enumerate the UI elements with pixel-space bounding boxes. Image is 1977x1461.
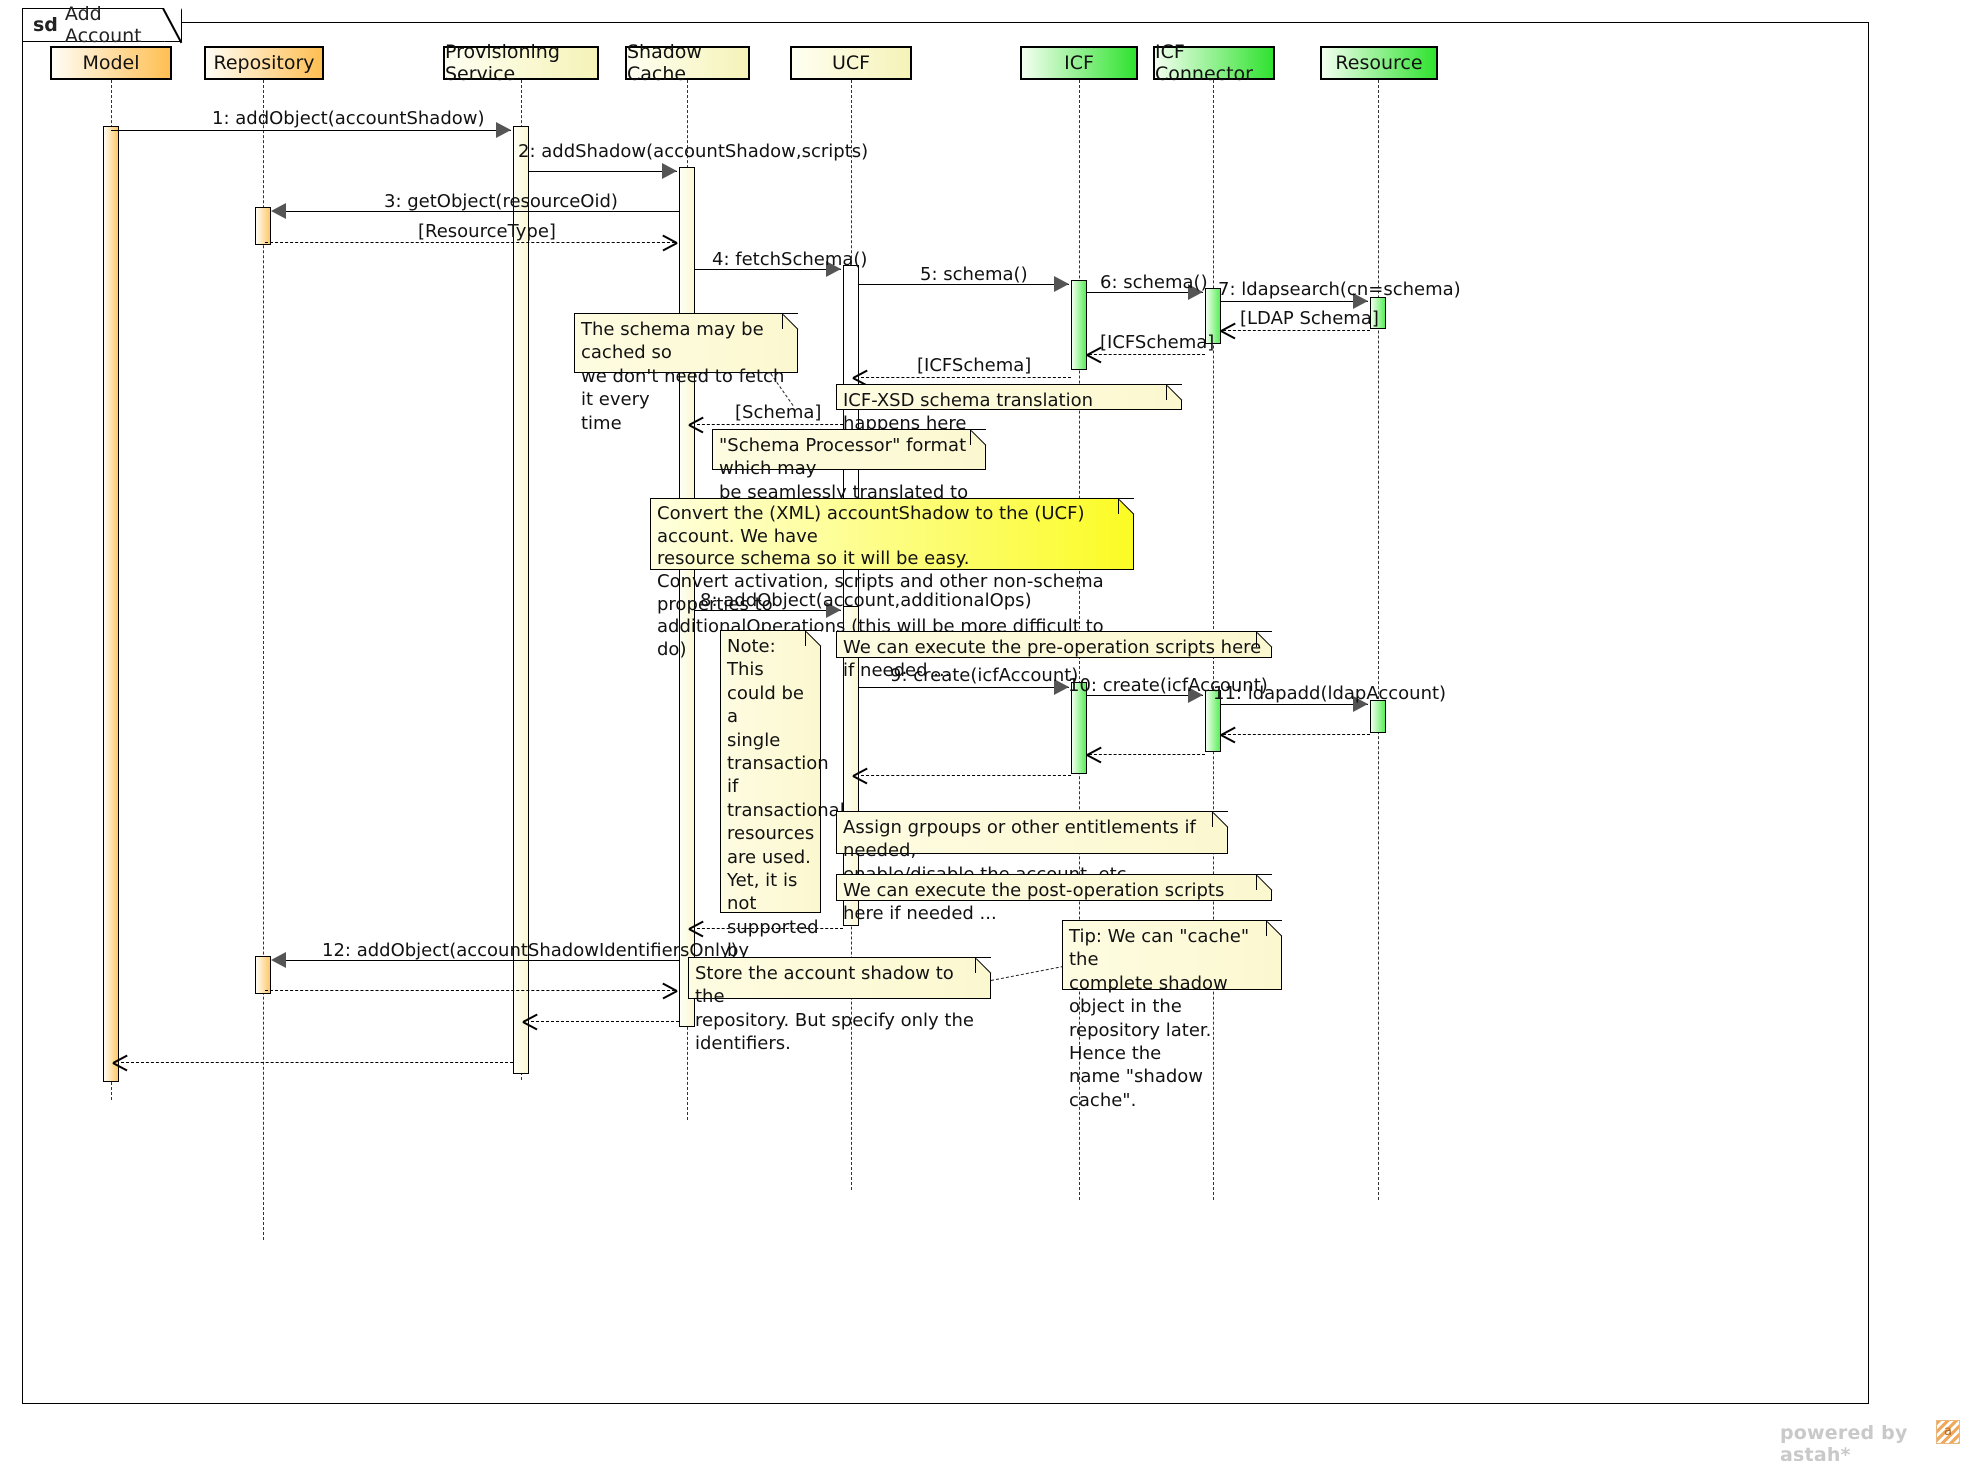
lifeline-head-resource[interactable]: Resource <box>1320 46 1438 80</box>
message-1-label: 1: addObject(accountShadow) <box>212 108 485 129</box>
message-r10-line <box>1089 754 1205 755</box>
message-r5-arrowhead <box>853 369 868 385</box>
message-r3-label: [ResourceType] <box>418 221 556 242</box>
lifeline-head-ucf[interactable]: UCF <box>790 46 912 80</box>
message-r11-line <box>1223 734 1370 735</box>
lifeline-head-shadow-cache[interactable]: Shadow Cache <box>625 46 750 80</box>
frame-title: Add Account <box>65 3 171 47</box>
message-r5-label: [ICFSchema] <box>917 355 1031 376</box>
note-schema-processor-fold-v <box>970 430 971 445</box>
activation-repository-1 <box>255 207 271 245</box>
message-1-line <box>111 130 511 131</box>
lifeline-label-repository: Repository <box>213 52 314 74</box>
lifeline-head-provisioning-service[interactable]: Provisioning Service <box>443 46 599 80</box>
message-r3-arrowhead <box>662 234 677 250</box>
note-tip-cache: Tip: We can "cache" the complete shadow … <box>1062 920 1282 990</box>
note-pre-op: We can execute the pre-operation scripts… <box>836 631 1272 658</box>
activation-provsvc <box>513 126 529 1074</box>
message-r5-line <box>861 377 1071 378</box>
message-r4-arrowhead <box>689 416 704 432</box>
note-convert: Convert the (XML) accountShadow to the (… <box>650 498 1134 570</box>
message-r7-arrowhead <box>1221 322 1236 338</box>
message-r9-line <box>861 775 1071 776</box>
note-pre-op-fold-v <box>1256 632 1257 647</box>
message-12-arrowhead <box>271 952 286 968</box>
message-3-arrowhead <box>271 203 286 219</box>
activation-repository-2 <box>255 956 271 994</box>
message-r3-line <box>265 242 675 243</box>
message-11-label: 11: ldapadd(ldapAccount) <box>1213 683 1446 704</box>
activation-model <box>103 126 119 1082</box>
message-6-label: 6: schema() <box>1100 272 1208 293</box>
message-7-label: 7: ldapsearch(cn=schema) <box>1218 279 1461 300</box>
note-assign-groups-fold-v <box>1212 812 1213 827</box>
note-schema-cache: The schema may be cached so we don't nee… <box>574 313 798 373</box>
lifeline-label-ucf: UCF <box>832 52 870 74</box>
message-r8-arrowhead <box>689 920 704 936</box>
note-transaction: Note: This could be a single transaction… <box>720 630 821 913</box>
lifeline-label-provisioning-service: Provisioning Service <box>445 41 597 85</box>
message-11-line <box>1221 704 1368 705</box>
note-post-op: We can execute the post-operation script… <box>836 874 1272 901</box>
message-r12-line <box>265 990 675 991</box>
message-r2-arrowhead <box>523 1013 538 1029</box>
astah-logo-icon: a <box>1936 1420 1960 1444</box>
lifeline-head-icf-connector[interactable]: ICF Connector <box>1153 46 1275 80</box>
message-5-label: 5: schema() <box>920 264 1028 285</box>
message-2-label: 2: addShadow(accountShadow,scripts) <box>518 141 868 162</box>
lifeline-label-icf: ICF <box>1064 52 1094 74</box>
lifeline-label-icf-connector: ICF Connector <box>1155 41 1273 85</box>
message-3-label: 3: getObject(resourceOid) <box>384 191 618 212</box>
lifeline-label-resource: Resource <box>1335 52 1422 74</box>
message-r12-arrowhead <box>662 982 677 998</box>
message-r4-line <box>697 424 843 425</box>
activation-icf-1 <box>1071 280 1087 370</box>
lifeline-line-resource <box>1378 80 1379 1200</box>
message-r1-line <box>121 1062 513 1063</box>
lifeline-label-model: Model <box>82 52 139 74</box>
frame-kind-label: sd <box>33 14 58 36</box>
lifeline-label-shadow-cache: Shadow Cache <box>627 41 748 85</box>
message-r1-arrowhead <box>113 1054 128 1070</box>
note-post-op-fold-v <box>1256 875 1257 890</box>
sequence-diagram-canvas: sd Add Account Model Repository Provisio… <box>0 0 1977 1461</box>
message-1-arrowhead <box>496 122 511 138</box>
message-r7-label: [LDAP Schema] <box>1240 308 1379 329</box>
lifeline-head-model[interactable]: Model <box>50 46 172 80</box>
lifeline-head-icf[interactable]: ICF <box>1020 46 1138 80</box>
note-convert-fold-v <box>1118 499 1119 514</box>
message-4-label: 4: fetchSchema() <box>712 249 867 270</box>
message-12-label: 12: addObject(accountShadowIdentifiersOn… <box>322 940 738 961</box>
message-r9-arrowhead <box>853 767 868 783</box>
note-tip-cache-fold-v <box>1266 921 1267 936</box>
lifeline-line-repository <box>263 80 264 1240</box>
message-r10-arrowhead <box>1087 746 1102 762</box>
note-icf-xsd: ICF-XSD schema translation happens here <box>836 384 1182 410</box>
note-store-shadow: Store the account shadow to the reposito… <box>688 957 991 999</box>
message-r7-line <box>1223 330 1370 331</box>
message-2-arrowhead <box>662 163 677 179</box>
note-icf-xsd-fold-v <box>1166 385 1167 400</box>
message-r11-arrowhead <box>1221 726 1236 742</box>
diagram-frame-tab: sd Add Account <box>22 8 182 42</box>
message-5-arrowhead <box>1054 276 1069 292</box>
lifeline-head-repository[interactable]: Repository <box>204 46 324 80</box>
diagram-frame <box>22 22 1869 1404</box>
note-schema-processor: "Schema Processor" format which may be s… <box>712 429 986 470</box>
activation-resource-2 <box>1370 700 1386 733</box>
message-r4-label: [Schema] <box>735 402 821 423</box>
note-transaction-fold-v <box>805 631 806 646</box>
note-assign-groups: Assign grpoups or other entitlements if … <box>836 811 1228 854</box>
message-2-line <box>529 171 677 172</box>
message-r2-line <box>531 1021 679 1022</box>
message-9-line <box>859 687 1069 688</box>
message-7-line <box>1221 301 1368 302</box>
message-r6-label: [ICFSchema] <box>1100 332 1214 353</box>
note-schema-cache-fold-v <box>782 314 783 329</box>
message-r6-line <box>1089 354 1205 355</box>
note-store-shadow-fold-v <box>975 958 976 973</box>
